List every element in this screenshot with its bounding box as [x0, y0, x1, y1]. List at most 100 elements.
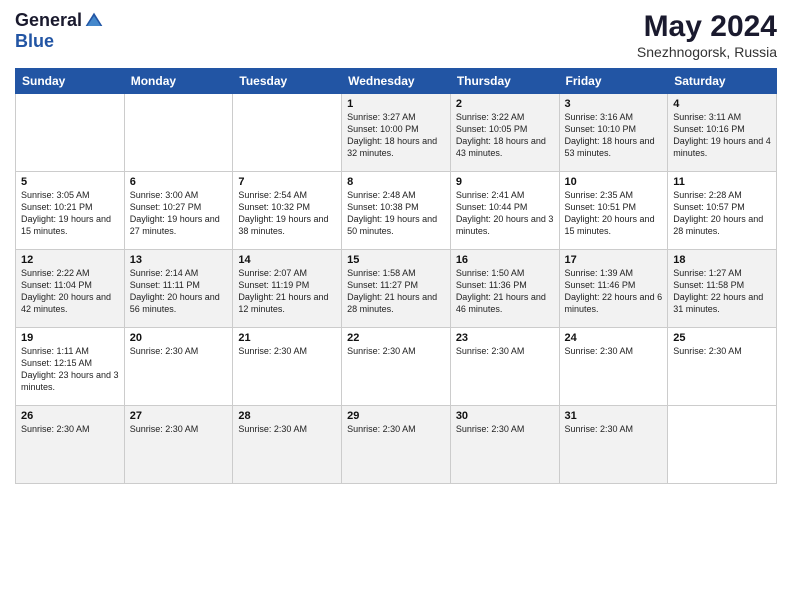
logo-icon — [84, 11, 104, 31]
calendar-week-row: 19Sunrise: 1:11 AM Sunset: 12:15 AM Dayl… — [16, 328, 777, 406]
calendar-cell: 24Sunrise: 2:30 AM — [559, 328, 668, 406]
day-number: 14 — [238, 254, 336, 266]
col-sunday: Sunday — [16, 69, 125, 94]
day-info: Sunrise: 2:30 AM — [347, 423, 445, 435]
day-info: Sunrise: 3:11 AM Sunset: 10:16 PM Daylig… — [673, 111, 771, 160]
day-number: 1 — [347, 98, 445, 110]
day-number: 8 — [347, 176, 445, 188]
calendar-cell: 13Sunrise: 2:14 AM Sunset: 11:11 PM Dayl… — [124, 250, 233, 328]
calendar-cell: 16Sunrise: 1:50 AM Sunset: 11:36 PM Dayl… — [450, 250, 559, 328]
day-number: 19 — [21, 332, 119, 344]
day-info: Sunrise: 3:27 AM Sunset: 10:00 PM Daylig… — [347, 111, 445, 160]
col-monday: Monday — [124, 69, 233, 94]
calendar-week-row: 1Sunrise: 3:27 AM Sunset: 10:00 PM Dayli… — [16, 94, 777, 172]
day-number: 9 — [456, 176, 554, 188]
calendar-cell: 29Sunrise: 2:30 AM — [342, 406, 451, 484]
calendar-cell: 1Sunrise: 3:27 AM Sunset: 10:00 PM Dayli… — [342, 94, 451, 172]
calendar-cell — [16, 94, 125, 172]
calendar-cell: 5Sunrise: 3:05 AM Sunset: 10:21 PM Dayli… — [16, 172, 125, 250]
day-info: Sunrise: 2:28 AM Sunset: 10:57 PM Daylig… — [673, 189, 771, 238]
col-friday: Friday — [559, 69, 668, 94]
day-info: Sunrise: 2:30 AM — [130, 345, 228, 357]
day-info: Sunrise: 2:30 AM — [238, 345, 336, 357]
calendar-cell: 31Sunrise: 2:30 AM — [559, 406, 668, 484]
day-info: Sunrise: 2:30 AM — [673, 345, 771, 357]
calendar-cell: 6Sunrise: 3:00 AM Sunset: 10:27 PM Dayli… — [124, 172, 233, 250]
calendar-cell — [233, 94, 342, 172]
day-number: 3 — [565, 98, 663, 110]
calendar-cell: 11Sunrise: 2:28 AM Sunset: 10:57 PM Dayl… — [668, 172, 777, 250]
calendar-cell: 2Sunrise: 3:22 AM Sunset: 10:05 PM Dayli… — [450, 94, 559, 172]
day-number: 31 — [565, 410, 663, 422]
title-block: May 2024 Snezhnogorsk, Russia — [637, 10, 777, 60]
day-info: Sunrise: 2:14 AM Sunset: 11:11 PM Daylig… — [130, 267, 228, 316]
day-number: 15 — [347, 254, 445, 266]
day-info: Sunrise: 2:41 AM Sunset: 10:44 PM Daylig… — [456, 189, 554, 238]
day-number: 4 — [673, 98, 771, 110]
day-info: Sunrise: 2:30 AM — [456, 345, 554, 357]
page: General Blue May 2024 Snezhnogorsk, Russ… — [0, 0, 792, 612]
calendar-cell: 10Sunrise: 2:35 AM Sunset: 10:51 PM Dayl… — [559, 172, 668, 250]
calendar-week-row: 12Sunrise: 2:22 AM Sunset: 11:04 PM Dayl… — [16, 250, 777, 328]
logo: General Blue — [15, 10, 104, 52]
day-number: 26 — [21, 410, 119, 422]
day-number: 23 — [456, 332, 554, 344]
day-number: 11 — [673, 176, 771, 188]
day-info: Sunrise: 2:30 AM — [456, 423, 554, 435]
day-info: Sunrise: 3:00 AM Sunset: 10:27 PM Daylig… — [130, 189, 228, 238]
day-number: 10 — [565, 176, 663, 188]
day-number: 2 — [456, 98, 554, 110]
day-info: Sunrise: 3:22 AM Sunset: 10:05 PM Daylig… — [456, 111, 554, 160]
day-number: 28 — [238, 410, 336, 422]
header: General Blue May 2024 Snezhnogorsk, Russ… — [15, 10, 777, 60]
calendar-cell: 8Sunrise: 2:48 AM Sunset: 10:38 PM Dayli… — [342, 172, 451, 250]
calendar-cell: 17Sunrise: 1:39 AM Sunset: 11:46 PM Dayl… — [559, 250, 668, 328]
day-info: Sunrise: 1:11 AM Sunset: 12:15 AM Daylig… — [21, 345, 119, 394]
calendar-cell: 14Sunrise: 2:07 AM Sunset: 11:19 PM Dayl… — [233, 250, 342, 328]
calendar-cell: 25Sunrise: 2:30 AM — [668, 328, 777, 406]
logo-blue: Blue — [15, 31, 54, 52]
day-number: 13 — [130, 254, 228, 266]
col-tuesday: Tuesday — [233, 69, 342, 94]
calendar-cell: 21Sunrise: 2:30 AM — [233, 328, 342, 406]
day-info: Sunrise: 2:30 AM — [565, 345, 663, 357]
calendar-cell: 27Sunrise: 2:30 AM — [124, 406, 233, 484]
day-info: Sunrise: 2:30 AM — [130, 423, 228, 435]
calendar-cell: 20Sunrise: 2:30 AM — [124, 328, 233, 406]
day-number: 22 — [347, 332, 445, 344]
day-info: Sunrise: 2:22 AM Sunset: 11:04 PM Daylig… — [21, 267, 119, 316]
calendar-cell: 3Sunrise: 3:16 AM Sunset: 10:10 PM Dayli… — [559, 94, 668, 172]
day-number: 16 — [456, 254, 554, 266]
calendar-cell: 22Sunrise: 2:30 AM — [342, 328, 451, 406]
day-number: 30 — [456, 410, 554, 422]
calendar-cell: 12Sunrise: 2:22 AM Sunset: 11:04 PM Dayl… — [16, 250, 125, 328]
calendar-cell: 18Sunrise: 1:27 AM Sunset: 11:58 PM Dayl… — [668, 250, 777, 328]
day-info: Sunrise: 2:30 AM — [565, 423, 663, 435]
day-info: Sunrise: 2:30 AM — [21, 423, 119, 435]
day-number: 24 — [565, 332, 663, 344]
col-thursday: Thursday — [450, 69, 559, 94]
calendar-cell: 28Sunrise: 2:30 AM — [233, 406, 342, 484]
day-number: 6 — [130, 176, 228, 188]
day-info: Sunrise: 2:48 AM Sunset: 10:38 PM Daylig… — [347, 189, 445, 238]
day-info: Sunrise: 1:50 AM Sunset: 11:36 PM Daylig… — [456, 267, 554, 316]
logo-text: General — [15, 10, 104, 31]
day-info: Sunrise: 1:39 AM Sunset: 11:46 PM Daylig… — [565, 267, 663, 316]
calendar-cell: 26Sunrise: 2:30 AM — [16, 406, 125, 484]
day-info: Sunrise: 2:30 AM — [347, 345, 445, 357]
day-info: Sunrise: 3:16 AM Sunset: 10:10 PM Daylig… — [565, 111, 663, 160]
day-number: 29 — [347, 410, 445, 422]
day-info: Sunrise: 2:30 AM — [238, 423, 336, 435]
day-number: 25 — [673, 332, 771, 344]
day-info: Sunrise: 2:35 AM Sunset: 10:51 PM Daylig… — [565, 189, 663, 238]
calendar-cell: 7Sunrise: 2:54 AM Sunset: 10:32 PM Dayli… — [233, 172, 342, 250]
day-number: 21 — [238, 332, 336, 344]
calendar-cell — [124, 94, 233, 172]
day-number: 12 — [21, 254, 119, 266]
day-info: Sunrise: 1:58 AM Sunset: 11:27 PM Daylig… — [347, 267, 445, 316]
calendar-cell: 23Sunrise: 2:30 AM — [450, 328, 559, 406]
col-wednesday: Wednesday — [342, 69, 451, 94]
calendar-cell: 19Sunrise: 1:11 AM Sunset: 12:15 AM Dayl… — [16, 328, 125, 406]
day-number: 20 — [130, 332, 228, 344]
day-number: 27 — [130, 410, 228, 422]
